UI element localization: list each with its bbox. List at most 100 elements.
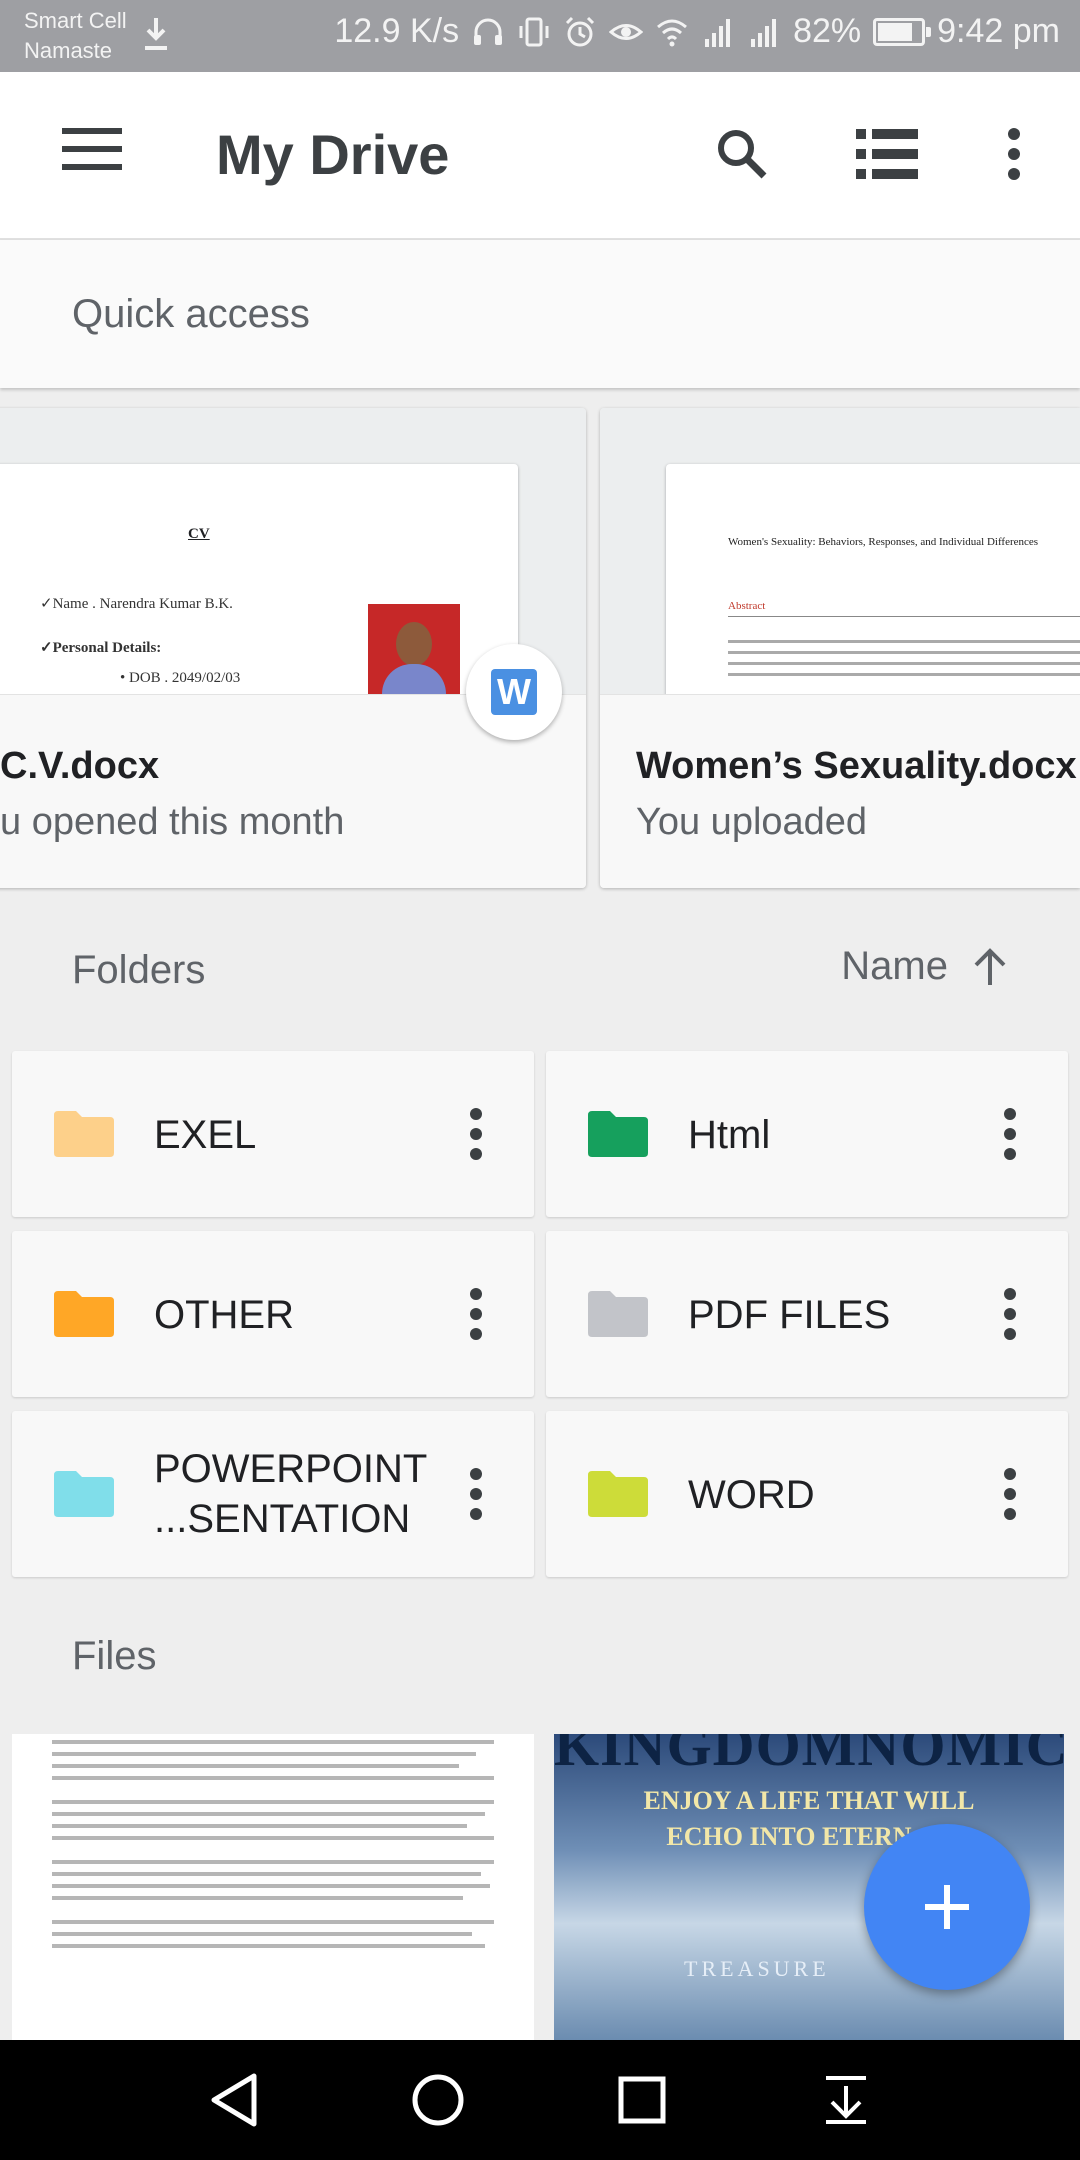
- more-vert-icon: [470, 1108, 482, 1160]
- page-title: My Drive: [216, 123, 450, 186]
- back-triangle-icon: [211, 2073, 257, 2127]
- text-line: [52, 1920, 494, 1924]
- document-preview: CV ✓Name . Narendra Kumar B.K. ✓Personal…: [0, 464, 518, 694]
- menu-icon[interactable]: [62, 124, 142, 184]
- preview-heading: CV: [188, 526, 210, 542]
- preview-line: ✓Personal Details:: [40, 640, 162, 656]
- file-name: Women’s Sexuality.docx: [636, 745, 1077, 787]
- list-view-button[interactable]: [848, 114, 928, 194]
- folder-name: OTHER: [154, 1293, 294, 1337]
- preview-line: • DOB . 2049/02/03: [120, 670, 241, 686]
- system-nav-bar: [0, 2040, 1080, 2160]
- status-bar: Smart Cell Namaste 12.9 K/s 82% 9:42 pm: [0, 0, 1080, 72]
- folder-more-button[interactable]: [970, 1274, 1050, 1354]
- list-view-icon: [856, 129, 918, 179]
- folder-html[interactable]: Html: [546, 1051, 1068, 1217]
- text-line: [52, 1944, 486, 1948]
- carrier-info: Smart Cell Namaste: [24, 6, 127, 66]
- profile-photo: [368, 604, 460, 694]
- folder-pdf-files[interactable]: PDF FILES: [546, 1231, 1068, 1397]
- new-item-fab[interactable]: [864, 1824, 1030, 1990]
- folder-name-line: ...SENTATION: [154, 1497, 411, 1541]
- app-toolbar: My Drive: [0, 72, 1080, 240]
- home-button[interactable]: [398, 2060, 478, 2140]
- folders-title: Folders: [72, 948, 206, 992]
- status-icons: 12.9 K/s 82% 9:42 pm: [334, 12, 1060, 51]
- headset-icon: [474, 18, 503, 45]
- sort-label: Name: [841, 944, 948, 988]
- text-line: [52, 1776, 494, 1780]
- home-circle-icon: [412, 2074, 464, 2126]
- preview-section: Abstract: [728, 600, 766, 612]
- folder-more-button[interactable]: [436, 1094, 516, 1174]
- recents-button[interactable]: [602, 2060, 682, 2140]
- text-line: [52, 1800, 494, 1804]
- net-speed: 12.9 K/s: [334, 12, 460, 50]
- folder-icon: [588, 1291, 648, 1337]
- notification-pull-button[interactable]: [806, 2060, 886, 2140]
- carrier-name-2: Namaste: [24, 38, 113, 63]
- text-line: [52, 1812, 486, 1816]
- word-doc-icon: W: [466, 644, 562, 740]
- folder-name: PDF FILES: [688, 1293, 891, 1337]
- plus-icon: [925, 1885, 969, 1929]
- signal-icon: [705, 18, 731, 47]
- pull-down-icon: [826, 2076, 866, 2124]
- book-tagline: ENJOY A LIFE THAT WILL: [643, 1786, 975, 1815]
- text-line: [52, 1752, 477, 1756]
- files-title: Files: [72, 1634, 157, 1678]
- carrier-name: Smart Cell: [24, 8, 127, 33]
- folder-more-button[interactable]: [436, 1454, 516, 1534]
- folder-powerpoint-presentation[interactable]: POWERPOINT ...SENTATION: [12, 1411, 534, 1577]
- alarm-icon: [566, 16, 595, 46]
- file-info: Women’s Sexuality.docx You uploaded: [600, 694, 1080, 888]
- document-preview: [52, 1740, 494, 1968]
- file-subtitle: u opened this month: [0, 801, 345, 843]
- search-icon: [718, 130, 767, 179]
- text-line: [52, 1824, 468, 1828]
- folder-more-button[interactable]: [436, 1274, 516, 1354]
- folder-name-line: POWERPOINT: [154, 1447, 428, 1491]
- file-card-document[interactable]: [12, 1734, 534, 2040]
- book-caption: TREASURE: [684, 1956, 830, 1981]
- text-line: [52, 1884, 490, 1888]
- back-button[interactable]: [194, 2060, 274, 2140]
- more-vert-icon: [1008, 128, 1020, 180]
- sort-by-name-button[interactable]: Name: [841, 944, 1010, 989]
- more-options-button[interactable]: [974, 114, 1054, 194]
- more-vert-icon: [1004, 1288, 1016, 1340]
- more-vert-icon: [470, 1288, 482, 1340]
- preview-text-lines: [728, 640, 1080, 684]
- folder-icon: [588, 1111, 648, 1157]
- folder-icon: [54, 1111, 114, 1157]
- more-vert-icon: [470, 1468, 482, 1520]
- text-line: [52, 1860, 494, 1864]
- folder-name: POWERPOINT ...SENTATION: [154, 1444, 427, 1544]
- folder-icon: [54, 1291, 114, 1337]
- text-line: [52, 1764, 459, 1768]
- wifi-icon: [657, 19, 688, 46]
- quick-access-title: Quick access: [72, 292, 310, 336]
- preview-heading: Women's Sexuality: Behaviors, Responses,…: [728, 536, 1039, 548]
- folder-other[interactable]: OTHER: [12, 1231, 534, 1397]
- signal-icon-2: [751, 18, 777, 47]
- more-vert-icon: [1004, 1468, 1016, 1520]
- preview-line: ✓Name . Narendra Kumar B.K.: [40, 596, 233, 612]
- eye-icon: [609, 23, 644, 40]
- vibrate-icon: [519, 17, 549, 46]
- search-button[interactable]: [702, 114, 782, 194]
- folder-icon: [588, 1471, 648, 1517]
- folder-name: Html: [688, 1113, 771, 1157]
- word-badge-letter: W: [491, 669, 537, 715]
- recents-square-icon: [618, 2076, 666, 2124]
- folder-word[interactable]: WORD: [546, 1411, 1068, 1577]
- folder-exel[interactable]: EXEL: [12, 1051, 534, 1217]
- folder-name: WORD: [688, 1473, 815, 1517]
- text-line: [52, 1836, 494, 1840]
- text-line: [52, 1872, 481, 1876]
- folder-more-button[interactable]: [970, 1094, 1050, 1174]
- quick-access-card-womens-sexuality[interactable]: Women's Sexuality: Behaviors, Responses,…: [600, 408, 1080, 888]
- book-title: KINGDOMNOMICS: [554, 1734, 1064, 1778]
- file-subtitle: You uploaded: [636, 801, 868, 843]
- folder-more-button[interactable]: [970, 1454, 1050, 1534]
